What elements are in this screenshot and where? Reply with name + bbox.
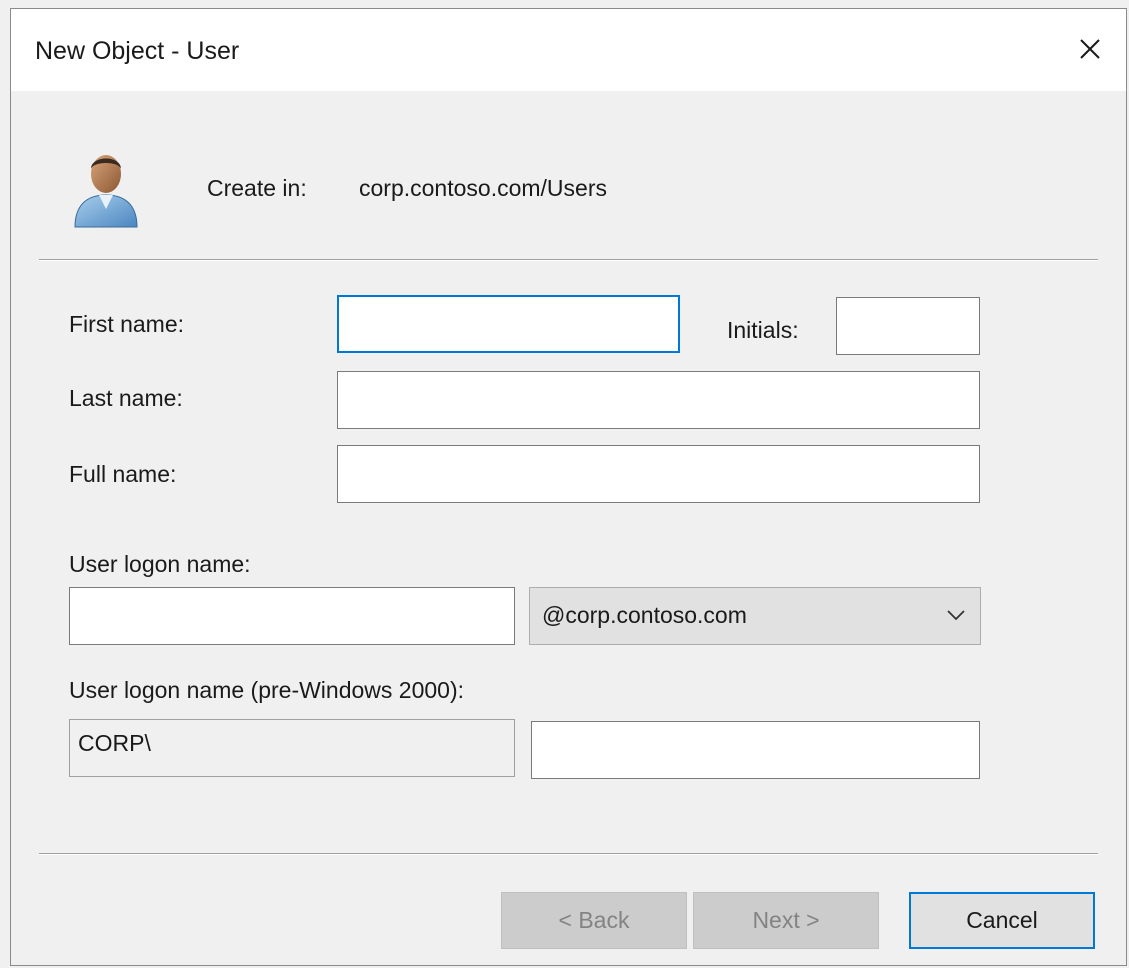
full-name-label: Full name: (69, 461, 177, 487)
first-name-input[interactable] (337, 295, 680, 353)
full-name-input[interactable] (337, 445, 980, 503)
pre2000-label: User logon name (pre-Windows 2000): (69, 677, 465, 703)
logon-name-label: User logon name: (69, 551, 251, 577)
separator-bottom (39, 853, 1098, 855)
last-name-input[interactable] (337, 371, 980, 429)
cancel-button[interactable]: Cancel (909, 892, 1095, 949)
upn-suffix-select[interactable]: @corp.contoso.com (529, 587, 981, 645)
upn-suffix-value: @corp.contoso.com (542, 602, 747, 628)
back-button[interactable]: < Back (501, 892, 687, 949)
next-button[interactable]: Next > (693, 892, 879, 949)
close-icon[interactable] (1072, 31, 1108, 67)
first-name-label: First name: (69, 311, 185, 337)
create-in-path: corp.contoso.com/Users (359, 175, 607, 201)
new-user-dialog: New Object - User Create in: corp.contos… (10, 8, 1127, 966)
title-bar: New Object - User (11, 9, 1126, 91)
create-in-label: Create in: (207, 175, 307, 201)
pre2000-domain-value: CORP\ (78, 730, 151, 756)
initials-input[interactable] (836, 297, 980, 355)
separator-top (39, 259, 1098, 261)
chevron-down-icon (946, 608, 966, 627)
dialog-title: New Object - User (35, 37, 240, 65)
pre2000-domain-field: CORP\ (69, 719, 515, 777)
logon-name-input[interactable] (69, 587, 515, 645)
initials-label: Initials: (727, 317, 799, 343)
user-icon (69, 147, 143, 231)
last-name-label: Last name: (69, 385, 183, 411)
pre2000-logon-input[interactable] (531, 721, 980, 779)
